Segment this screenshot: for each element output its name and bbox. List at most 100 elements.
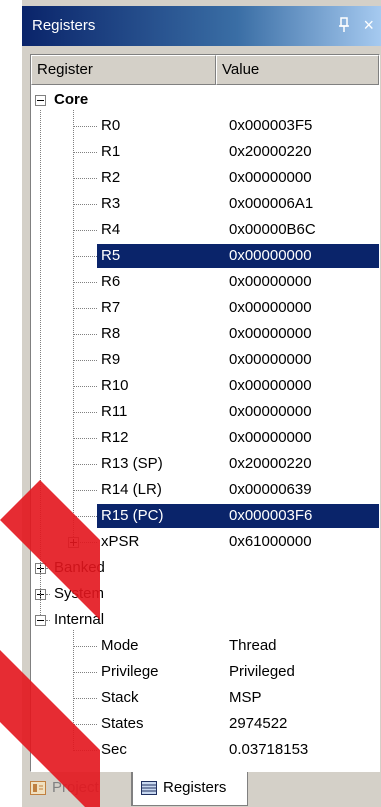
tree-guide-line [40,110,41,615]
register-row-value: 0x20000220 [229,455,312,472]
internal-row[interactable]: Mode Thread [31,633,379,659]
internal-row-name: Stack [101,689,139,706]
register-row-value: 0x000003F5 [229,117,313,134]
tree-connector [73,152,97,153]
internal-row[interactable]: States 2974522 [31,711,379,737]
tree-connector [73,308,97,309]
tree-connector [73,256,97,257]
register-row-value: 0x00000000 [229,299,312,316]
register-row-value: 0x000003F6 [229,507,313,524]
register-row-name: R1 [101,143,121,160]
tree-connector [73,360,97,361]
internal-row[interactable]: Stack MSP [31,685,379,711]
register-row[interactable]: R3 0x000006A1 [31,191,379,217]
register-row-xpsr-value: 0x61000000 [229,533,312,550]
title-bar[interactable]: Registers × [22,6,381,46]
tree-connector [46,594,50,595]
register-row[interactable]: R10 0x00000000 [31,373,379,399]
tree-connector [73,646,97,647]
tree-connector [73,698,97,699]
internal-row[interactable]: Privilege Privileged [31,659,379,685]
column-header-register[interactable]: Register [31,55,216,85]
tree-connector [46,620,50,621]
register-row[interactable]: R6 0x00000000 [31,269,379,295]
register-row[interactable]: R5 0x00000000 [31,243,379,269]
register-row-value: 0x00000000 [229,403,312,420]
tab-registers-label: Registers [163,779,227,796]
register-row-xpsr-name: xPSR [101,533,140,550]
tree-connector [73,178,97,179]
tab-project[interactable]: Project [22,772,132,806]
internal-row[interactable]: Sec 0.03718153 [31,737,379,763]
tree-connector [73,438,97,439]
tree-connector [73,672,97,673]
tree-node-core[interactable]: Core [31,87,379,113]
internal-row-value: Privileged [229,663,295,680]
window-title: Registers [32,17,96,34]
register-row-value: 0x00000000 [229,429,312,446]
register-row-name: R0 [101,117,121,134]
register-row-value: 0x000006A1 [229,195,314,212]
column-header-value[interactable]: Value [216,55,379,85]
register-tree[interactable]: Register Value Core R0 0x000003F5 R1 0x20000… [30,54,380,772]
tree-connector [73,516,97,517]
register-row-value: 0x00000000 [229,351,312,368]
tree-node-system[interactable]: System [31,581,379,607]
register-row-name: R4 [101,221,121,238]
pin-icon[interactable] [337,16,351,34]
register-row-xpsr[interactable]: xPSR 0x61000000 [31,529,379,555]
register-row[interactable]: R4 0x00000B6C [31,217,379,243]
register-row[interactable]: R13 (SP) 0x20000220 [31,451,379,477]
close-icon[interactable]: × [363,14,374,36]
tab-project-label: Project [52,779,99,796]
internal-row-name: Sec [101,741,127,758]
tree-connector [73,386,97,387]
tree-node-banked[interactable]: Banked [31,555,379,581]
tree-connector [73,204,97,205]
register-row[interactable]: R15 (PC) 0x000003F6 [31,503,379,529]
register-row-name: R10 [101,377,129,394]
tree-node-internal-name: Internal [54,611,105,628]
internal-row-value: Thread [229,637,277,654]
register-row-name: R14 (LR) [101,481,162,498]
register-row[interactable]: R12 0x00000000 [31,425,379,451]
tree-guide-line [73,630,74,751]
internal-row-value: 2974522 [229,715,288,732]
register-row[interactable]: R14 (LR) 0x00000639 [31,477,379,503]
tree-node-system-name: System [54,585,105,602]
internal-row-name: Mode [101,637,139,654]
bottom-tab-strip: Project Registers [22,770,381,807]
tree-node-banked-name: Banked [54,559,105,576]
register-row[interactable]: R1 0x20000220 [31,139,379,165]
register-row[interactable]: R2 0x00000000 [31,165,379,191]
collapse-toggle-icon[interactable] [35,615,46,626]
tree-connector [73,464,97,465]
internal-row-value: 0.03718153 [229,741,309,758]
tree-connector [73,334,97,335]
register-row[interactable]: R8 0x00000000 [31,321,379,347]
tree-connector [73,282,97,283]
register-row[interactable]: R11 0x00000000 [31,399,379,425]
register-row-name: R6 [101,273,121,290]
internal-row-value: MSP [229,689,262,706]
register-row-name: R2 [101,169,121,186]
register-row[interactable]: R7 0x00000000 [31,295,379,321]
tree-connector [73,412,97,413]
collapse-toggle-icon[interactable] [35,95,46,106]
register-row-value: 0x00000000 [229,169,312,186]
register-row-value: 0x00000000 [229,247,312,264]
register-row-name: R9 [101,351,121,368]
column-header: Register Value [31,55,379,87]
tree-connector [73,230,97,231]
register-row-value: 0x00000639 [229,481,312,498]
tree-node-internal[interactable]: Internal [31,607,379,633]
tab-registers[interactable]: Registers [132,772,248,806]
internal-row-name: Privilege [101,663,159,680]
register-row[interactable]: R0 0x000003F5 [31,113,379,139]
registers-panel: Registers × Register Value Core R0 0x00000… [22,0,381,807]
register-row[interactable]: R9 0x00000000 [31,347,379,373]
tree-connector [80,542,97,543]
tree-connector [73,750,97,751]
expand-toggle-icon[interactable] [68,537,79,548]
register-row-value: 0x00000000 [229,325,312,342]
